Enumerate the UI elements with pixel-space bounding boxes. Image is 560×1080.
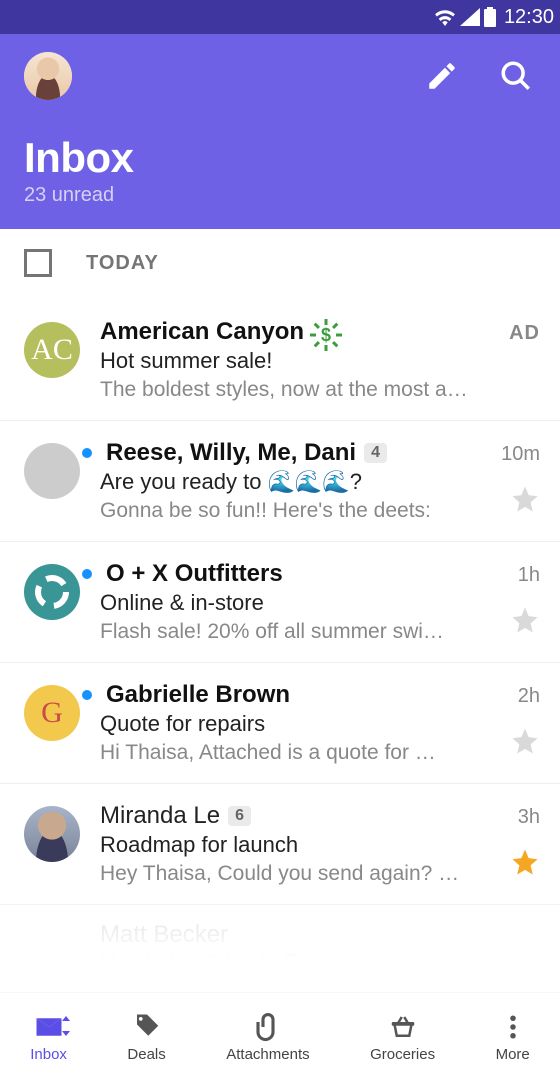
profile-avatar[interactable] — [24, 52, 72, 100]
search-button[interactable] — [496, 56, 536, 96]
sender-name: O + X Outfitters — [106, 560, 283, 588]
sender-avatar[interactable] — [24, 806, 80, 862]
sender-avatar[interactable] — [24, 564, 80, 620]
email-subject: Are you ready to 🌊🌊🌊? — [100, 469, 468, 495]
tag-icon — [130, 1010, 164, 1044]
list-item[interactable]: AC American CanyonHot summer sale! The bol… — [0, 300, 560, 421]
cellular-icon — [460, 8, 480, 26]
mail-icon — [32, 1010, 66, 1044]
email-snippet: Hi Thaisa, Attached is a quote for … — [100, 741, 468, 765]
compose-button[interactable] — [422, 56, 462, 96]
nav-label: Deals — [127, 1046, 165, 1063]
thread-count: 4 — [364, 443, 387, 463]
wifi-icon — [434, 8, 456, 26]
email-time: 3h — [518, 806, 540, 829]
sender-name: American Canyon — [100, 318, 304, 346]
list-item[interactable]: O + X OutfittersOnline & in-store Flash s… — [0, 542, 560, 663]
unread-dot — [82, 569, 92, 579]
email-snippet: The boldest styles, now at the most adv… — [100, 378, 468, 402]
nav-label: More — [496, 1046, 530, 1063]
email-subject: Online & in-store — [100, 590, 468, 616]
email-subject: Hot summer sale! — [100, 348, 468, 374]
email-time: 2h — [518, 685, 540, 708]
sender-avatar[interactable]: G — [24, 685, 80, 741]
nav-attachments[interactable]: Attachments — [226, 1010, 309, 1063]
select-all-checkbox[interactable] — [24, 249, 52, 277]
nav-more[interactable]: More — [496, 1010, 530, 1063]
star-button[interactable] — [510, 726, 540, 756]
nav-inbox[interactable]: Inbox — [30, 1010, 67, 1063]
battery-icon — [484, 7, 496, 27]
app-bar: Inbox 23 unread — [0, 34, 560, 229]
email-time: 1h — [518, 564, 540, 587]
email-subject: Quote for repairs — [100, 711, 468, 737]
email-subject: Roadmap for launch — [100, 832, 468, 858]
search-icon — [499, 59, 533, 93]
status-time: 12:30 — [504, 6, 554, 29]
basket-icon — [386, 1010, 420, 1044]
email-snippet: Gonna be so fun!! Here's the deets: — [100, 499, 468, 523]
status-bar: 12:30 — [0, 0, 560, 34]
star-button[interactable] — [510, 605, 540, 635]
deal-icon — [312, 321, 340, 349]
list-item[interactable]: G Gabrielle BrownQuote for repairs Hi Thai… — [0, 663, 560, 784]
more-icon — [496, 1010, 530, 1044]
bottom-nav: Inbox Deals Attachments Groceries More — [0, 992, 560, 1080]
email-list: AC American CanyonHot summer sale! The bol… — [0, 299, 560, 905]
star-button[interactable] — [510, 847, 540, 877]
section-label: TODAY — [86, 252, 159, 275]
unread-dot — [82, 448, 92, 458]
sender-avatar[interactable] — [24, 443, 80, 499]
sender-name: Miranda Le — [100, 802, 220, 830]
thread-count: 6 — [228, 806, 251, 826]
ad-label: AD — [509, 322, 540, 345]
nav-label: Inbox — [30, 1046, 67, 1063]
star-button[interactable] — [510, 484, 540, 514]
email-snippet: Flash sale! 20% off all summer swi… — [100, 620, 468, 644]
nav-groceries[interactable]: Groceries — [370, 1010, 435, 1063]
section-header: TODAY — [0, 229, 560, 299]
page-title: Inbox — [24, 134, 536, 182]
nav-label: Attachments — [226, 1046, 309, 1063]
nav-label: Groceries — [370, 1046, 435, 1063]
list-item[interactable]: Reese, Willy, Me, Dani 4 Are you ready to … — [0, 421, 560, 542]
nav-deals[interactable]: Deals — [127, 1010, 165, 1063]
clip-icon — [251, 1010, 285, 1044]
sender-avatar[interactable]: AC — [24, 322, 80, 378]
unread-dot — [82, 690, 92, 700]
sender-name: Gabrielle Brown — [106, 681, 290, 709]
email-time: 10m — [501, 443, 540, 466]
pencil-icon — [425, 59, 459, 93]
fade-overlay — [0, 882, 560, 992]
sender-name: Reese, Willy, Me, Dani — [106, 439, 356, 467]
unread-count: 23 unread — [24, 184, 536, 207]
